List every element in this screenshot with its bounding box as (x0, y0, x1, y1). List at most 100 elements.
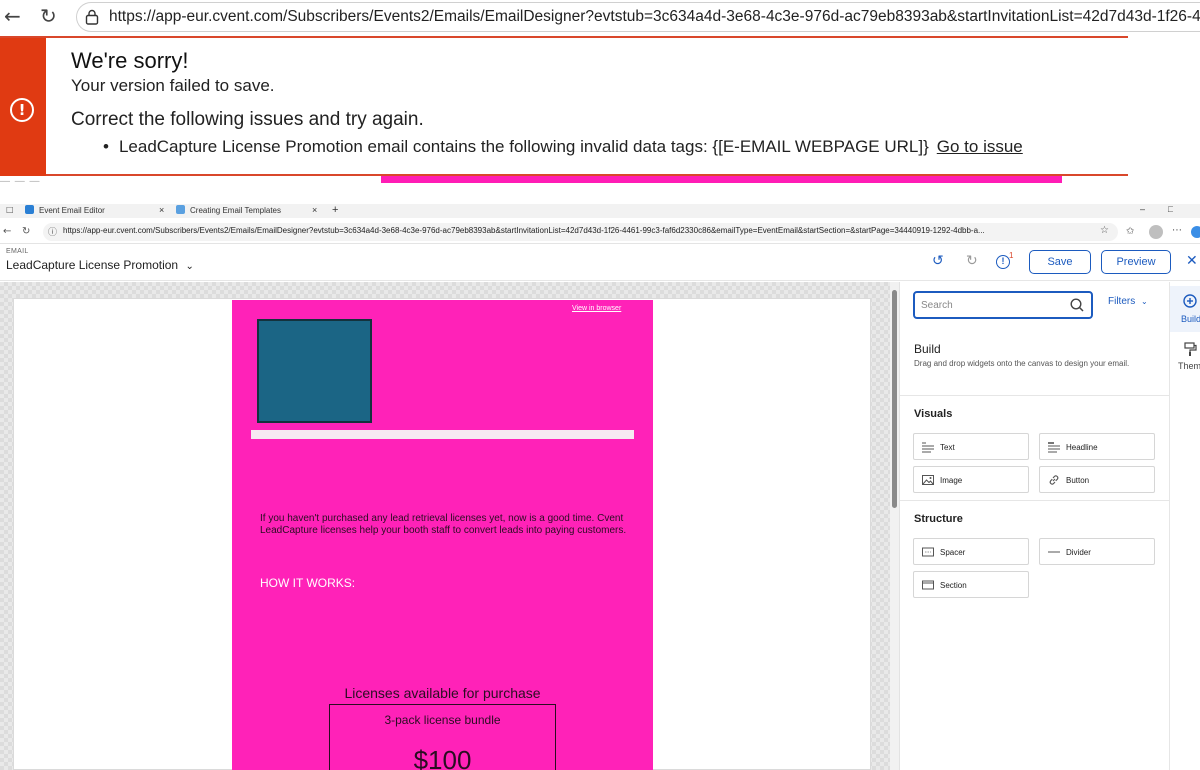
favorite-star-icon[interactable]: ☆ (1100, 225, 1109, 236)
bundle-price: $100 (413, 745, 472, 770)
link-icon (1049, 475, 1059, 485)
widget-label: Headline (1066, 443, 1098, 452)
email-name: LeadCapture License Promotion (6, 258, 179, 272)
save-button[interactable]: Save (1029, 250, 1091, 274)
panel-side-tabs: Build Theme (1169, 282, 1200, 770)
new-tab-button[interactable]: + (332, 204, 338, 218)
back-arrow-icon[interactable]: ← (4, 4, 21, 28)
minimize-icon[interactable]: – (1140, 204, 1145, 218)
build-title: Build (914, 342, 941, 356)
add-circle-icon (1183, 294, 1197, 308)
widget-spacer[interactable]: Spacer (913, 538, 1029, 565)
chevron-down-icon: ⌄ (185, 261, 194, 272)
side-tab-theme[interactable]: Theme (1170, 338, 1200, 378)
email-body-text[interactable]: If you haven't purchased any lead retrie… (260, 513, 640, 537)
bullet-dot: • (103, 137, 109, 156)
close-icon[interactable]: ✕ (1186, 253, 1198, 269)
crop-dash-marks: — — — (0, 176, 41, 187)
cvent-favicon (25, 205, 34, 214)
error-banner: ! We're sorry! Your version failed to sa… (0, 36, 1128, 176)
top-address-bar[interactable]: https://app-eur.cvent.com/Subscribers/Ev… (76, 2, 1200, 32)
visuals-heading: Visuals (914, 408, 953, 420)
pink-strip-behind (381, 176, 1062, 183)
go-to-issue-link[interactable]: Go to issue (937, 137, 1023, 156)
doc-favicon (176, 205, 185, 214)
side-tab-build[interactable]: Build (1170, 286, 1200, 332)
build-panel: Filters ⌄ Build Drag and drop widgets on… (899, 282, 1170, 770)
top-browser-bar: ← ↻ https://app-eur.cvent.com/Subscriber… (0, 0, 1200, 36)
panel-divider (900, 395, 1170, 396)
favorites-icon[interactable]: ✩ (1126, 226, 1134, 237)
back-arrow-icon[interactable]: ← (3, 226, 11, 237)
lock-icon (85, 9, 99, 25)
divider-icon (1048, 551, 1060, 553)
chevron-down-icon: ⌄ (1141, 297, 1148, 306)
reload-icon[interactable]: ↻ (22, 226, 30, 237)
license-bundle-box[interactable]: 3-pack license bundle $100 (329, 704, 556, 770)
error-issue-item: • LeadCapture License Promotion email con… (103, 137, 1023, 157)
view-in-browser-link[interactable]: View in browser (572, 305, 621, 312)
header-eyebrow: EMAIL (6, 248, 29, 255)
issues-count-badge: 1 (1009, 251, 1014, 260)
how-it-works-heading[interactable]: HOW IT WORKS: (260, 576, 355, 590)
widget-label: Section (940, 581, 967, 590)
error-stripe: ! (0, 38, 46, 176)
reload-icon[interactable]: ↻ (40, 4, 57, 28)
error-instruction: Correct the following issues and try aga… (71, 109, 424, 130)
widget-text[interactable]: Text (913, 433, 1029, 460)
widget-label: Button (1066, 476, 1090, 485)
widget-search-field[interactable] (913, 291, 1093, 319)
inner-url-text: https://app-eur.cvent.com/Subscribers/Ev… (63, 226, 985, 235)
top-url-text: https://app-eur.cvent.com/Subscribers/Ev… (109, 8, 1200, 25)
copilot-icon[interactable] (1191, 226, 1200, 238)
error-subtitle: Your version failed to save. (71, 76, 275, 95)
redo-icon[interactable]: ↻ (966, 253, 978, 269)
tab-creating-email-templates[interactable]: Creating Email Templates (176, 205, 316, 218)
widget-divider[interactable]: Divider (1039, 538, 1155, 565)
image-icon (922, 475, 934, 485)
section-icon (922, 580, 934, 590)
widget-image[interactable]: Image (913, 466, 1029, 493)
issues-alert-icon[interactable]: ! (996, 255, 1010, 269)
error-alert-icon: ! (10, 98, 34, 122)
close-tab-icon[interactable]: × (159, 205, 164, 218)
widget-headline[interactable]: Headline (1039, 433, 1155, 460)
inner-address-bar[interactable]: ⓘ https://app-eur.cvent.com/Subscribers/… (43, 223, 1118, 241)
close-tab-icon[interactable]: × (312, 205, 317, 218)
structure-heading: Structure (914, 513, 963, 525)
filters-dropdown[interactable]: Filters ⌄ (1108, 296, 1148, 307)
filters-label: Filters (1108, 296, 1136, 307)
restore-icon[interactable]: □ (1168, 204, 1173, 218)
build-description: Drag and drop widgets onto the canvas to… (914, 359, 1130, 368)
spacer-icon (922, 547, 934, 557)
paint-roller-icon (1184, 342, 1197, 356)
email-divider-bar[interactable] (251, 430, 634, 439)
widget-section[interactable]: Section (913, 571, 1029, 598)
profile-avatar[interactable] (1149, 225, 1163, 239)
search-input[interactable] (921, 297, 1061, 313)
bundle-label: 3-pack license bundle (384, 713, 501, 727)
tab-event-email-editor[interactable]: Event Email Editor (25, 205, 170, 218)
email-name-dropdown[interactable]: LeadCapture License Promotion ⌄ (6, 258, 194, 272)
side-tab-build-label: Build (1181, 314, 1200, 324)
error-title: We're sorry! (71, 48, 189, 73)
text-lines-icon (922, 442, 934, 453)
preview-button[interactable]: Preview (1101, 250, 1171, 274)
licenses-heading[interactable]: Licenses available for purchase (232, 685, 653, 701)
undo-icon[interactable]: ↺ (932, 253, 944, 269)
widget-label: Divider (1066, 548, 1091, 557)
search-icon[interactable] (1070, 298, 1084, 312)
inner-browser-toolbar: ← ↻ ⓘ https://app-eur.cvent.com/Subscrib… (0, 222, 1200, 244)
more-menu-icon[interactable]: ⋯ (1172, 225, 1182, 236)
headline-icon (1048, 442, 1060, 453)
site-info-icon[interactable]: ⓘ (48, 225, 57, 238)
inner-tab-strip: □ Event Email Editor × Creating Email Te… (0, 204, 1200, 218)
widget-button[interactable]: Button (1039, 466, 1155, 493)
widget-label: Spacer (940, 548, 966, 557)
widget-label: Image (940, 476, 963, 485)
side-tab-theme-label: Theme (1178, 361, 1200, 371)
tab-strip-toggle[interactable]: □ (6, 205, 14, 218)
email-editor-header: EMAIL LeadCapture License Promotion ⌄ ↺ … (0, 245, 1200, 281)
scrollbar-thumb[interactable] (892, 290, 897, 508)
email-logo-image[interactable] (257, 319, 372, 423)
